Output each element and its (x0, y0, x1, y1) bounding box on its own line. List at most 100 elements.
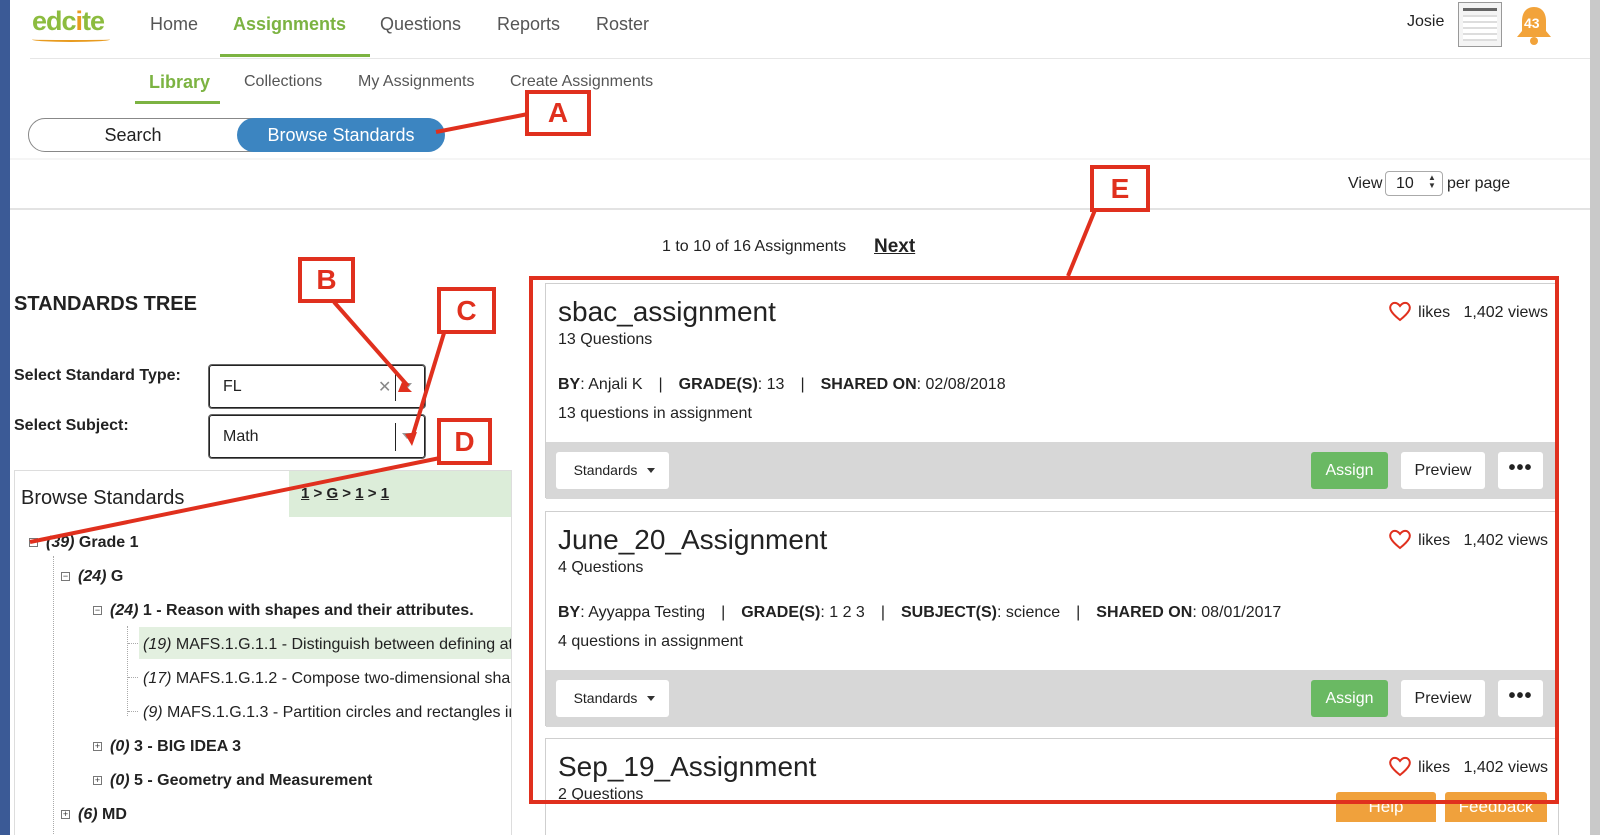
heart-icon[interactable] (1388, 528, 1412, 550)
chevron-down-icon[interactable] (402, 383, 412, 389)
tree-guide (128, 643, 138, 644)
preview-button[interactable]: Preview (1401, 452, 1485, 489)
standards-breadcrumb: 1 > G > 1 > 1 (289, 471, 511, 517)
assignment-meta: BY: Anjali K | GRADE(S): 13 | SHARED ON: 02/… (558, 376, 1006, 393)
nav-roster[interactable]: Roster (596, 14, 649, 35)
search-toggle-option[interactable]: Search (29, 119, 237, 151)
more-options-icon[interactable]: ••• (1498, 452, 1543, 489)
tree-node-geometry-measurement[interactable]: + (0) 5 - Geometry and Measurement (93, 772, 372, 790)
annotation-label-e: E (1090, 165, 1150, 212)
nav-home[interactable]: Home (150, 14, 198, 35)
app-shell: edcite Home Assignments Questions Report… (10, 0, 1590, 835)
assignment-summary: 4 questions in assignment (558, 633, 743, 650)
browse-standards-panel: Browse Standards 1 > G > 1 > 1 − (39) Gra… (14, 470, 512, 835)
assignment-title[interactable]: sbac_assignment (558, 296, 776, 328)
views-count: 1,402 views (1463, 759, 1549, 776)
user-avatar[interactable] (1458, 2, 1502, 47)
top-navigation: edcite Home Assignments Questions Report… (10, 0, 1590, 58)
tree-node-big-idea-3[interactable]: + (0) 3 - BIG IDEA 3 (93, 738, 241, 756)
breadcrumb-item[interactable]: 1 (355, 485, 363, 502)
notification-count: 43 (1524, 15, 1540, 31)
standards-tree-title: STANDARDS TREE (14, 293, 197, 315)
tree-node-reason-shapes[interactable]: − (24) 1 - Reason with shapes and their a… (93, 602, 474, 620)
heart-icon[interactable] (1388, 755, 1412, 777)
edcite-logo[interactable]: edcite (32, 6, 105, 37)
assign-button[interactable]: Assign (1311, 680, 1388, 717)
assignment-actions: Standards Assign Preview ••• (546, 670, 1558, 727)
subnav-create-assignments[interactable]: Create Assignments (510, 73, 653, 91)
breadcrumb-item[interactable]: 1 (381, 485, 389, 502)
standard-type-label: Select Standard Type: (14, 367, 181, 384)
select-divider (395, 373, 396, 401)
tree-node-g[interactable]: − (24) G (61, 568, 123, 586)
tree-guide (127, 626, 128, 716)
breadcrumb-item[interactable]: 1 (301, 485, 309, 502)
more-options-icon[interactable]: ••• (1498, 680, 1543, 717)
expand-icon[interactable]: + (93, 776, 102, 785)
browse-standards-title: Browse Standards (21, 487, 185, 509)
likes-label: likes (1418, 759, 1451, 776)
help-button[interactable]: Help (1336, 792, 1436, 822)
next-page-link[interactable]: Next (874, 236, 915, 258)
standards-dropdown[interactable]: Standards (556, 680, 669, 717)
annotation-label-a: A (525, 90, 591, 136)
standard-type-value: FL (223, 378, 242, 395)
assign-button[interactable]: Assign (1311, 452, 1388, 489)
tree-guide (128, 711, 138, 712)
annotation-label-b: B (298, 257, 355, 303)
assignment-actions: Standards Assign Preview ••• (546, 442, 1558, 499)
clear-icon[interactable]: ✕ (378, 377, 391, 397)
heart-icon[interactable] (1388, 300, 1412, 322)
annotation-label-c: C (437, 287, 496, 334)
likes-label: likes (1418, 304, 1451, 321)
assignment-stats: likes 1,402 views (1388, 528, 1548, 550)
tree-guide (128, 677, 138, 678)
tree-node-grade-1[interactable]: − (39) Grade 1 (29, 534, 139, 552)
select-arrows-icon: ▲ ▼ (1428, 173, 1436, 190)
likes-label: likes (1418, 532, 1451, 549)
view-label: View (1348, 175, 1383, 192)
nav-reports[interactable]: Reports (497, 14, 560, 35)
window-left-edge (0, 0, 10, 835)
subnav-collections[interactable]: Collections (244, 73, 322, 91)
subnav-my-assignments[interactable]: My Assignments (358, 73, 474, 91)
standards-dropdown[interactable]: Standards (556, 452, 669, 489)
window-scrollbar[interactable] (1590, 0, 1600, 835)
assignment-title[interactable]: June_20_Assignment (558, 524, 827, 556)
collapse-icon[interactable]: − (29, 538, 38, 547)
standard-type-select[interactable]: FL ✕ (208, 364, 426, 409)
nav-questions[interactable]: Questions (380, 14, 461, 35)
assignment-stats: likes 1,402 views (1388, 755, 1548, 777)
views-count: 1,402 views (1463, 532, 1549, 549)
annotation-label-d: D (437, 418, 492, 465)
tree-node-mafs-1-g-1-3[interactable]: (9) MAFS.1.G.1.3 - Partition circles and… (143, 704, 511, 722)
subnav-library[interactable]: Library (149, 72, 210, 93)
assignment-card: June_20_Assignment 4 Questions likes 1,4… (545, 511, 1559, 727)
expand-icon[interactable]: + (61, 810, 70, 819)
assignment-card: sbac_assignment 13 Questions likes 1,402… (545, 283, 1559, 499)
assignment-question-count: 4 Questions (558, 559, 644, 576)
tree-guide (53, 556, 54, 835)
browse-standards-toggle-option[interactable]: Browse Standards (237, 118, 445, 152)
assignment-meta: BY: Ayyappa Testing | GRADE(S): 1 2 3 | SUBJ… (558, 604, 1282, 621)
expand-icon[interactable]: + (93, 742, 102, 751)
nav-assignments[interactable]: Assignments (233, 14, 346, 35)
logo-swoosh (32, 37, 110, 42)
assignment-title[interactable]: Sep_19_Assignment (558, 751, 816, 783)
tree-node-mafs-1-g-1-2[interactable]: (17) MAFS.1.G.1.2 - Compose two-dimensio… (143, 670, 511, 688)
tree-node-md[interactable]: + (6) MD (61, 806, 127, 824)
preview-button[interactable]: Preview (1401, 680, 1485, 717)
select-divider (395, 423, 396, 451)
breadcrumb-item[interactable]: G (326, 485, 338, 502)
feedback-button[interactable]: Feedback (1445, 792, 1547, 822)
chevron-down-icon[interactable] (402, 433, 412, 439)
subject-select[interactable]: Math (208, 414, 426, 459)
collapse-icon[interactable]: − (93, 606, 102, 615)
tree-node-mafs-1-g-1-1[interactable]: (19) MAFS.1.G.1.1 - Distinguish between … (143, 636, 511, 654)
results-range: 1 to 10 of 16 Assignments (662, 238, 847, 255)
assignment-question-count: 2 Questions (558, 786, 644, 803)
user-name[interactable]: Josie (1407, 13, 1444, 31)
assignment-summary: 13 questions in assignment (558, 405, 752, 422)
collapse-icon[interactable]: − (61, 572, 70, 581)
assignment-question-count: 13 Questions (558, 331, 653, 348)
